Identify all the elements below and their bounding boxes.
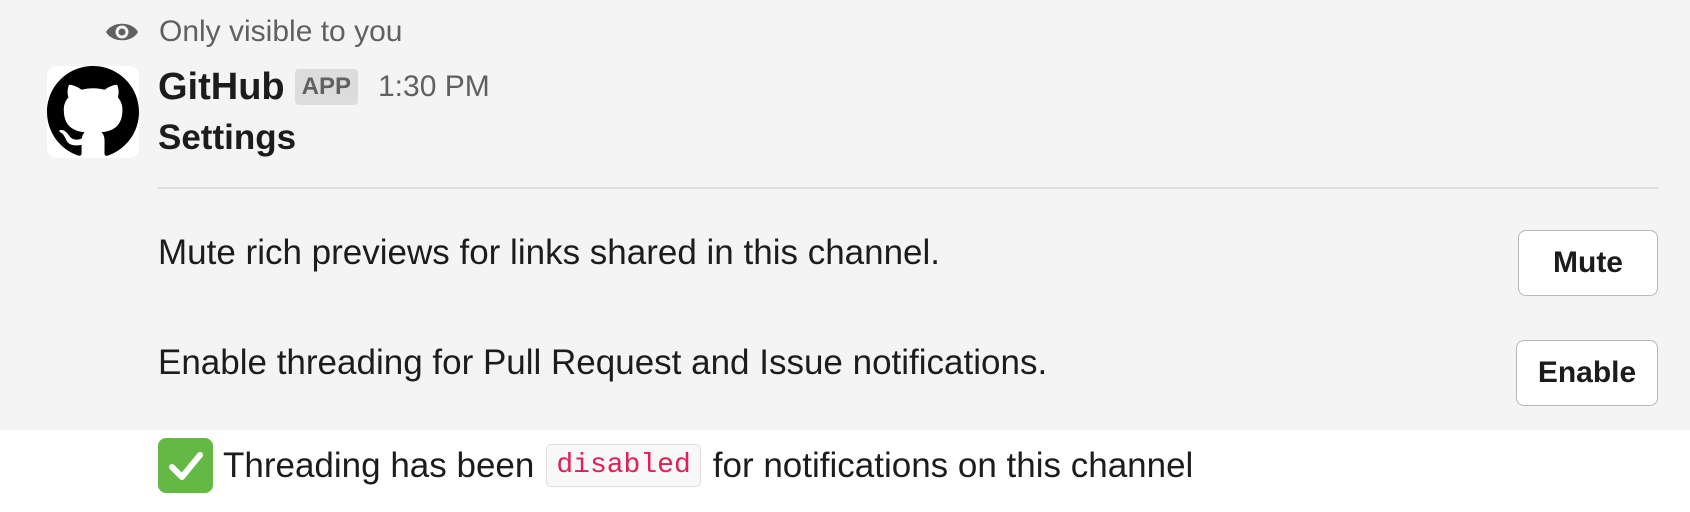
mute-previews-text: Mute rich previews for links shared in t… (158, 233, 941, 272)
enable-threading-text: Enable threading for Pull Request and Is… (158, 343, 1048, 382)
avatar[interactable] (47, 66, 139, 158)
check-mark-button-icon (158, 438, 213, 493)
sender-name[interactable]: GitHub (158, 66, 285, 109)
mute-button[interactable]: Mute (1518, 230, 1658, 296)
timestamp[interactable]: 1:30 PM (378, 70, 490, 104)
enable-button[interactable]: Enable (1516, 340, 1658, 406)
visibility-text: Only visible to you (159, 15, 403, 48)
github-octocat-icon (47, 66, 139, 156)
confirmation-text-after: for notifications on this channel (712, 445, 1194, 485)
app-badge: APP (294, 69, 358, 105)
divider (158, 187, 1658, 189)
eye-icon (106, 23, 138, 41)
disabled-code: disabled (546, 444, 701, 487)
visibility-notice: Only visible to you (104, 12, 402, 52)
confirmation-text-before: Threading has been (223, 445, 535, 485)
message-header: GitHub APP 1:30 PM (158, 62, 490, 112)
message-title: Settings (158, 118, 297, 157)
confirmation-message: Threading has been disabled for notifica… (158, 438, 1193, 493)
